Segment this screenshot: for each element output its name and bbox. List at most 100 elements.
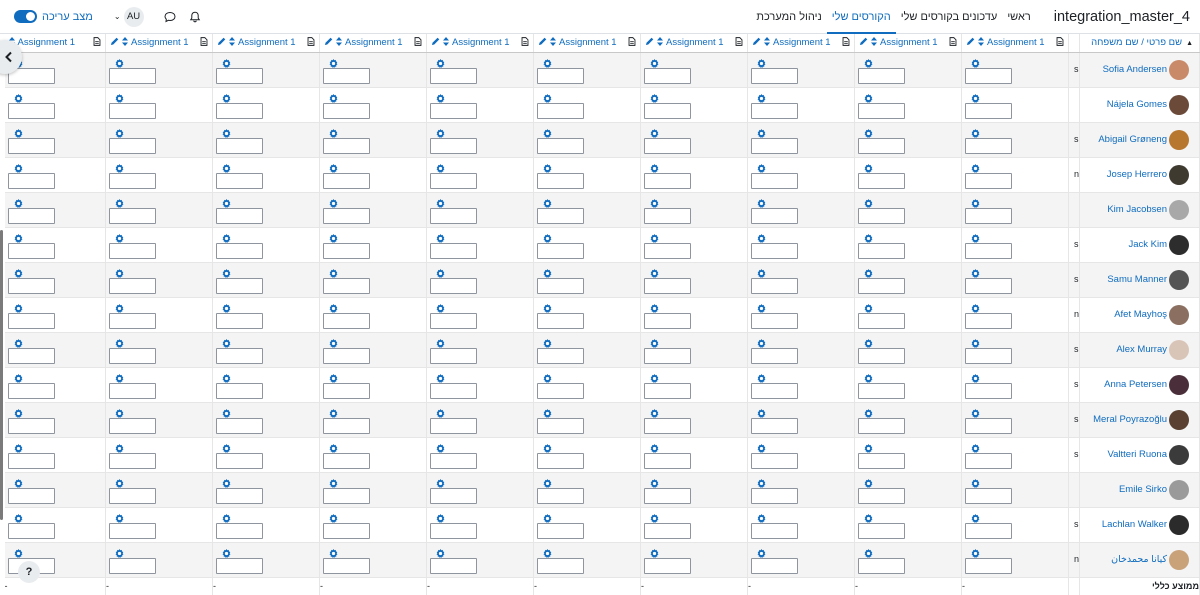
gear-icon[interactable] [543,337,552,348]
pencil-icon[interactable] [859,37,868,49]
gear-icon[interactable] [757,92,766,103]
grade-input[interactable] [751,417,798,434]
student-name-link[interactable]: Jack Kim [1128,239,1167,250]
gear-icon[interactable] [757,302,766,313]
grade-input[interactable] [323,382,370,399]
gear-icon[interactable] [14,337,23,348]
gear-icon[interactable] [14,372,23,383]
grade-input[interactable] [965,347,1012,364]
grade-input[interactable] [7,347,55,364]
gear-icon[interactable] [971,232,980,243]
pencil-icon[interactable] [645,37,654,49]
grade-input[interactable] [965,522,1012,539]
avatar[interactable] [1169,129,1189,150]
grade-input[interactable] [7,207,55,224]
gear-icon[interactable] [115,442,124,453]
grade-input[interactable] [7,277,55,294]
grade-input[interactable] [216,242,263,259]
grade-input[interactable] [7,487,55,504]
grade-input[interactable] [7,522,55,539]
grade-input[interactable] [644,347,691,364]
grade-input[interactable] [216,557,263,574]
grade-input[interactable] [109,557,156,574]
gear-icon[interactable] [757,442,766,453]
gear-icon[interactable] [436,337,445,348]
gear-icon[interactable] [971,197,980,208]
grade-input[interactable] [7,172,55,189]
document-icon[interactable] [307,36,315,49]
student-name-link[interactable]: Meral Poyrazoğlu [1093,414,1167,425]
grade-input[interactable] [537,207,584,224]
gear-icon[interactable] [864,127,873,138]
student-name-link[interactable]: Abigail Grøneng [1098,134,1167,145]
gear-icon[interactable] [650,547,659,558]
gear-icon[interactable] [971,57,980,68]
sort-icon[interactable] [978,36,984,49]
gear-icon[interactable] [436,162,445,173]
gear-icon[interactable] [543,477,552,488]
gear-icon[interactable] [115,407,124,418]
grade-input[interactable] [109,137,156,154]
gear-icon[interactable] [650,337,659,348]
grade-input[interactable] [430,242,477,259]
gear-icon[interactable] [650,162,659,173]
gear-icon[interactable] [864,407,873,418]
gear-icon[interactable] [864,337,873,348]
grade-input[interactable] [109,277,156,294]
gear-icon[interactable] [971,337,980,348]
gear-icon[interactable] [650,477,659,488]
grade-input[interactable] [858,277,905,294]
grade-input[interactable] [430,312,477,329]
grade-input[interactable] [965,137,1012,154]
grade-input[interactable] [644,102,691,119]
grade-input[interactable] [537,452,584,469]
grade-input[interactable] [7,102,55,119]
grade-input[interactable] [644,382,691,399]
grade-input[interactable] [323,277,370,294]
grade-input[interactable] [216,452,263,469]
grade-input[interactable] [7,382,55,399]
grade-input[interactable] [430,382,477,399]
grade-input[interactable] [323,452,370,469]
gear-icon[interactable] [14,232,23,243]
grade-input[interactable] [109,242,156,259]
grade-input[interactable] [430,452,477,469]
document-icon[interactable] [1056,36,1064,49]
document-icon[interactable] [842,36,850,49]
grade-input[interactable] [965,172,1012,189]
gear-icon[interactable] [971,547,980,558]
sort-up-icon[interactable]: ▲ [1186,40,1193,47]
avatar[interactable] [1169,94,1189,115]
grade-input[interactable] [7,312,55,329]
gear-icon[interactable] [222,162,231,173]
gear-icon[interactable] [971,477,980,488]
student-name-link[interactable]: كيانا محمدخان [1111,554,1167,565]
avatar[interactable] [1169,444,1189,465]
gear-icon[interactable] [14,197,23,208]
grade-input[interactable] [216,312,263,329]
gear-icon[interactable] [115,57,124,68]
gear-icon[interactable] [115,477,124,488]
grade-input[interactable] [537,347,584,364]
gear-icon[interactable] [329,477,338,488]
gear-icon[interactable] [864,57,873,68]
gear-icon[interactable] [222,57,231,68]
pencil-icon[interactable] [752,37,761,49]
grade-input[interactable] [751,452,798,469]
gear-icon[interactable] [757,162,766,173]
gear-icon[interactable] [222,407,231,418]
user-menu-avatar[interactable]: AU [123,6,144,27]
student-name-link[interactable]: Sofia Andersen [1103,64,1167,75]
gear-icon[interactable] [115,197,124,208]
gear-icon[interactable] [864,232,873,243]
grade-input[interactable] [430,277,477,294]
gear-icon[interactable] [436,442,445,453]
gear-icon[interactable] [543,232,552,243]
grade-input[interactable] [751,277,798,294]
chat-icon[interactable] [163,10,177,24]
grade-input[interactable] [323,417,370,434]
bell-icon[interactable] [188,10,202,24]
assignment-column-header[interactable]: Assignment 1 [640,34,748,53]
grade-input[interactable] [858,522,905,539]
gear-icon[interactable] [222,267,231,278]
